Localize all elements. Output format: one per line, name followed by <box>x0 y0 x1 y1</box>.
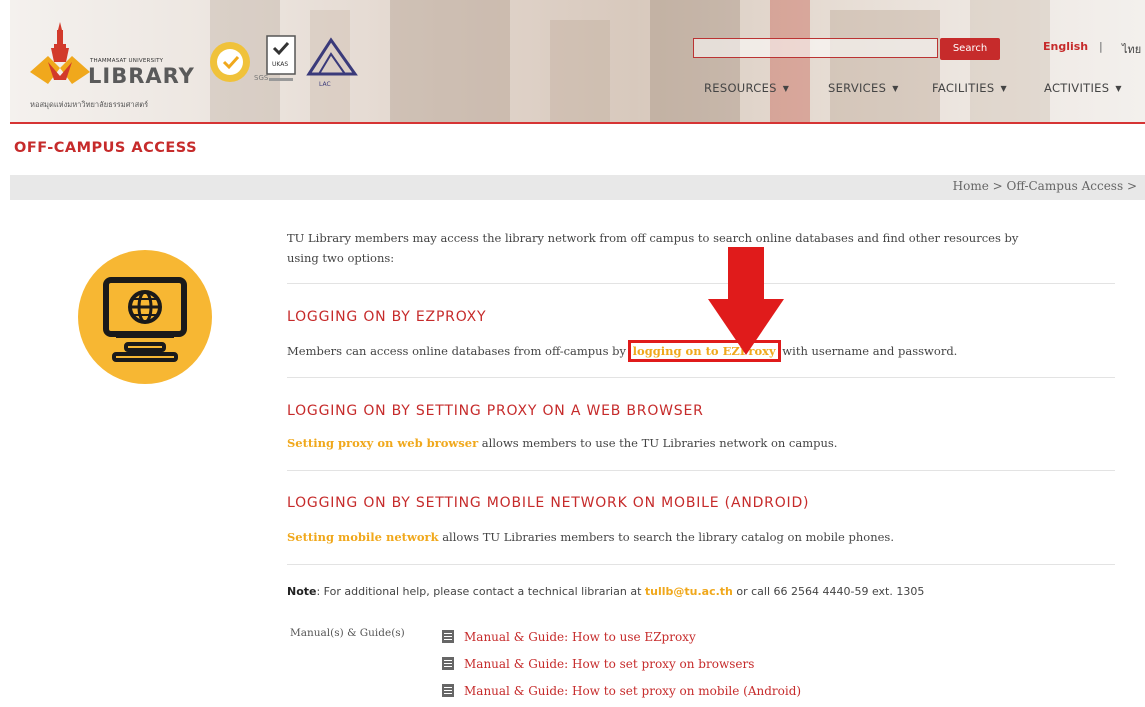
breadcrumb[interactable]: Home > Off-Campus Access > <box>953 179 1137 193</box>
manual-title: Manual & Guide: How to use EZproxy <box>464 630 696 644</box>
section-text-ezproxy: Members can access online databases from… <box>287 340 957 362</box>
manual-link[interactable]: Manual & Guide: How to use EZproxy <box>442 630 696 644</box>
note-label: Note <box>287 585 317 598</box>
page-title: OFF-CAMPUS ACCESS <box>14 140 198 156</box>
caret-down-icon: ▼ <box>782 84 790 93</box>
nav-activities-label: ACTIVITIES <box>1044 81 1110 95</box>
web-browser-proxy-link[interactable]: Setting proxy on web browser <box>287 436 478 450</box>
language-thai-link[interactable]: ไทย <box>1122 40 1141 58</box>
web-browser-text-after: allows members to use the TU Libraries n… <box>478 436 838 450</box>
sgs-certification-icon: SGS <box>210 42 269 82</box>
svg-text:UKAS: UKAS <box>272 61 288 68</box>
section-heading-mobile: LOGGING ON BY SETTING MOBILE NETWORK ON … <box>287 495 810 511</box>
mobile-text-after: allows TU Libraries members to search th… <box>438 530 894 544</box>
nav-facilities-label: FACILITIES <box>932 81 995 95</box>
header-divider <box>10 122 1145 124</box>
manual-title: Manual & Guide: How to set proxy on brow… <box>464 657 755 671</box>
document-icon <box>442 630 454 643</box>
section-heading-ezproxy: LOGGING ON BY EZPROXY <box>287 309 487 325</box>
section-heading-web-browser: LOGGING ON BY SETTING PROXY ON A WEB BRO… <box>287 403 704 419</box>
lac-certification-icon: LAC <box>306 37 358 88</box>
manual-link[interactable]: Manual & Guide: How to set proxy on brow… <box>442 657 754 671</box>
mobile-network-link[interactable]: Setting mobile network <box>287 530 439 544</box>
breadcrumb-bar: Home > Off-Campus Access > <box>10 175 1145 200</box>
language-separator: | <box>1099 40 1103 53</box>
off-campus-icon-circle <box>78 250 212 384</box>
help-note: Note: For additional help, please contac… <box>287 585 924 598</box>
intro-line-2: using two options: <box>287 251 395 265</box>
document-icon <box>442 657 454 670</box>
caret-down-icon: ▼ <box>1115 84 1122 93</box>
divider <box>287 283 1115 284</box>
search-input[interactable] <box>693 38 938 58</box>
nav-services-label: SERVICES <box>828 81 887 95</box>
nav-services[interactable]: SERVICES ▼ <box>828 81 899 95</box>
ezproxy-text-after: with username and password. <box>778 344 958 358</box>
intro-paragraph: TU Library members may access the librar… <box>287 228 1127 268</box>
divider <box>287 377 1115 378</box>
caret-down-icon: ▼ <box>1000 84 1007 93</box>
library-logo[interactable]: THAMMASAT UNIVERSITY LIBRARY หอสมุดแห่งม… <box>30 18 230 109</box>
logo-thai-name: หอสมุดแห่งมหาวิทยาลัยธรรมศาสตร์ <box>30 100 149 109</box>
caret-down-icon: ▼ <box>892 84 899 93</box>
divider <box>287 470 1115 471</box>
section-text-web-browser: Setting proxy on web browser allows memb… <box>287 436 837 450</box>
divider <box>287 564 1115 565</box>
nav-resources[interactable]: RESOURCES ▼ <box>704 81 789 95</box>
logo-library-text: LIBRARY <box>88 64 195 88</box>
librarian-email-link[interactable]: tullb@tu.ac.th <box>645 585 733 598</box>
manual-link[interactable]: Manual & Guide: How to set proxy on mobi… <box>442 684 801 698</box>
ukas-certification-icon: UKAS <box>266 35 296 81</box>
manual-title: Manual & Guide: How to set proxy on mobi… <box>464 684 802 698</box>
svg-text:LAC: LAC <box>319 81 331 88</box>
nav-activities[interactable]: ACTIVITIES ▼ <box>1044 81 1122 95</box>
nav-resources-label: RESOURCES <box>704 81 777 95</box>
search-button[interactable]: Search <box>940 38 1000 60</box>
nav-facilities[interactable]: FACILITIES ▼ <box>932 81 1007 95</box>
document-icon <box>442 684 454 697</box>
language-english-link[interactable]: English <box>1043 40 1088 53</box>
computer-globe-icon <box>103 277 187 362</box>
ezproxy-text-before: Members can access online databases from… <box>287 344 630 358</box>
intro-line-1: TU Library members may access the librar… <box>287 231 1019 245</box>
site-header: THAMMASAT UNIVERSITY LIBRARY หอสมุดแห่งม… <box>10 0 1145 122</box>
manuals-label: Manual(s) & Guide(s) <box>290 627 405 639</box>
logo-emblem-icon <box>30 56 90 84</box>
red-arrow-down-icon <box>708 247 784 355</box>
note-text-after: or call 66 2564 4440-59 ext. 1305 <box>732 585 925 598</box>
note-text-before: : For additional help, please contact a … <box>316 585 645 598</box>
section-text-mobile: Setting mobile network allows TU Librari… <box>287 530 894 544</box>
